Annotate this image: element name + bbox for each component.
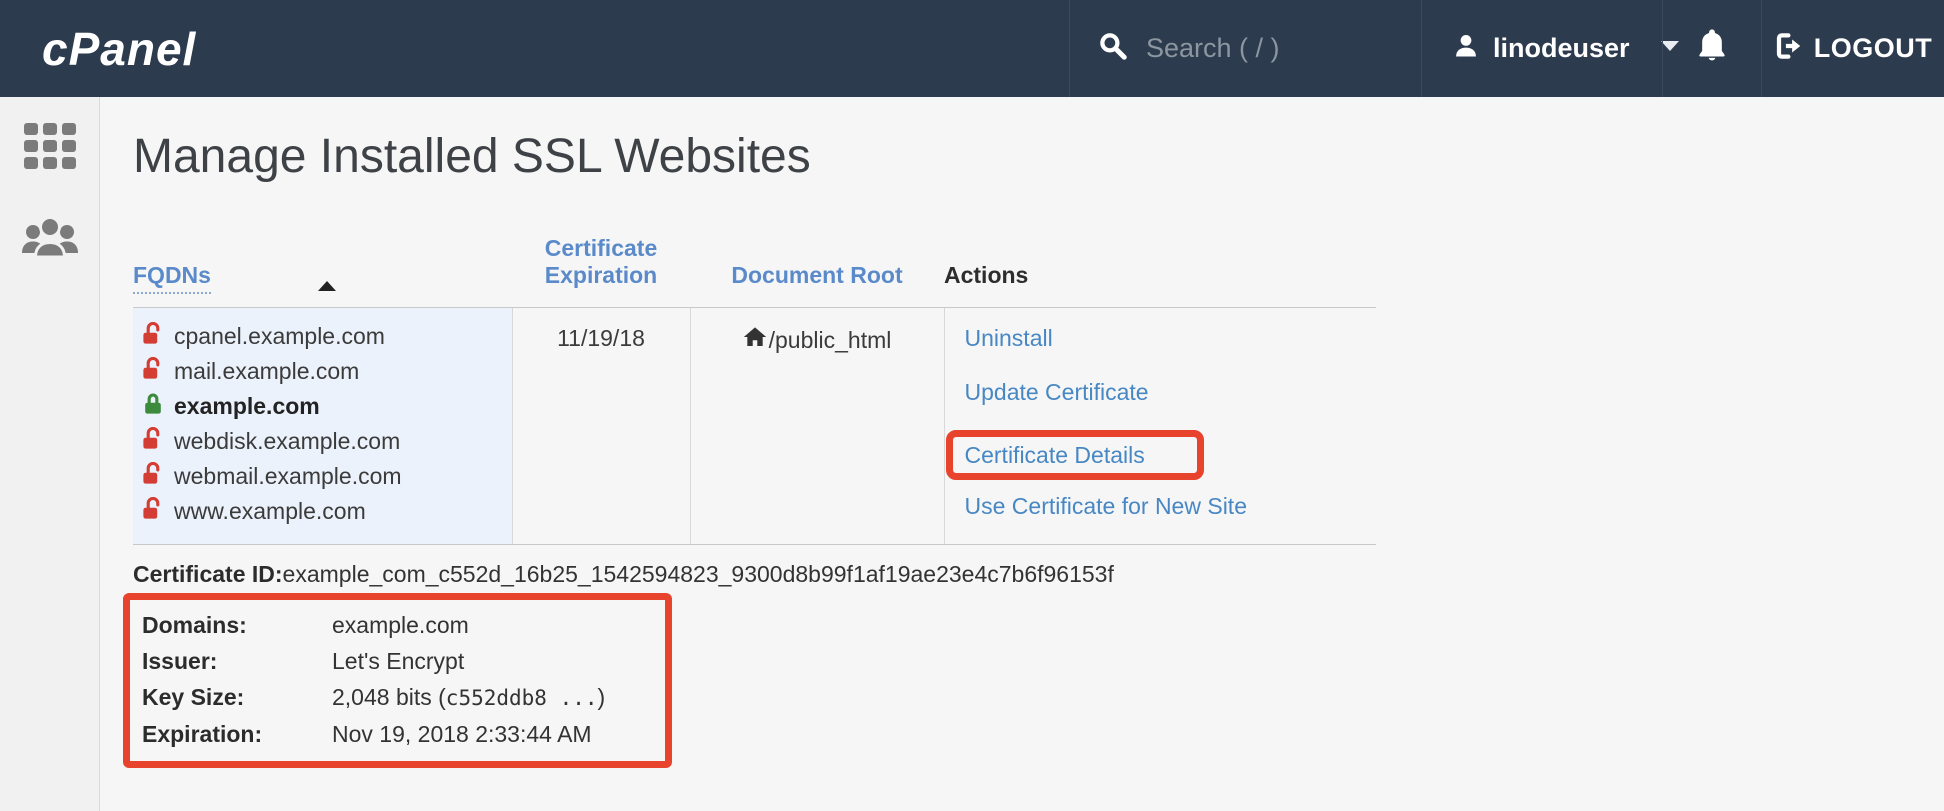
table-row: cpanel.example.com mail.example.com	[133, 308, 1376, 545]
key-size-label: Key Size:	[142, 679, 332, 716]
column-header-document-root[interactable]: Document Root	[690, 235, 944, 308]
red-open-lock-icon	[141, 427, 165, 457]
cpanel-logo[interactable]: cPanel	[0, 0, 196, 97]
logout-label: LOGOUT	[1814, 33, 1933, 64]
fqdns-header-link[interactable]: FQDNs	[133, 262, 211, 294]
key-size-value: 2,048 bits (c552ddb8 ...)	[332, 679, 605, 716]
fqdn-list-item: www.example.com	[141, 494, 512, 529]
top-navbar: cPanel linodeuser	[0, 0, 1944, 97]
search-bar[interactable]	[1069, 0, 1421, 97]
fqdn-domain: example.com	[174, 393, 320, 420]
red-open-lock-icon	[141, 462, 165, 492]
fqdn-domain: webmail.example.com	[174, 463, 402, 490]
installed-ssl-table: FQDNs Certificate Expiration Document Ro…	[133, 235, 1376, 545]
fqdn-domain: webdisk.example.com	[174, 428, 400, 455]
page-title: Manage Installed SSL Websites	[133, 123, 1944, 191]
certificate-expiration-cell: 11/19/18	[512, 308, 690, 545]
column-header-actions: Actions	[944, 235, 1376, 308]
fqdns-cell: cpanel.example.com mail.example.com	[133, 308, 512, 545]
logout-icon	[1774, 31, 1804, 66]
certificate-details-annotation-box-2: Domains: example.com Issuer: Let's Encry…	[123, 593, 672, 768]
user-groups-icon[interactable]	[21, 215, 79, 259]
key-size-row: Key Size: 2,048 bits (c552ddb8 ...)	[142, 679, 605, 716]
logout-button[interactable]: LOGOUT	[1761, 0, 1944, 97]
certificate-details-annotation-box: Certificate Details	[946, 430, 1204, 480]
search-icon	[1098, 31, 1128, 66]
certificate-id-line: Certificate ID:example_com_c552d_16b25_1…	[133, 561, 1944, 588]
red-open-lock-icon	[141, 322, 165, 352]
fqdn-list-item: mail.example.com	[141, 354, 512, 389]
fqdn-list-item-primary: example.com	[141, 389, 512, 424]
domains-row: Domains: example.com	[142, 607, 605, 643]
user-menu[interactable]: linodeuser	[1421, 0, 1662, 97]
notifications-button[interactable]	[1662, 0, 1761, 97]
document-root-path: /public_html	[769, 327, 892, 354]
green-closed-lock-icon	[141, 392, 165, 422]
search-input[interactable]	[1146, 33, 1396, 64]
fqdn-domain: mail.example.com	[174, 358, 359, 385]
fqdn-domain: www.example.com	[174, 498, 366, 525]
red-open-lock-icon	[141, 497, 165, 527]
certificate-details-link[interactable]: Certificate Details	[965, 439, 1145, 471]
expiration-value: Nov 19, 2018 2:33:44 AM	[332, 716, 592, 752]
domains-label: Domains:	[142, 607, 332, 643]
actions-cell: Uninstall Update Certificate Certificate…	[944, 308, 1376, 545]
certificate-id-label: Certificate ID:	[133, 561, 283, 587]
apps-grid-icon[interactable]	[24, 123, 76, 169]
fqdn-list-item: cpanel.example.com	[141, 319, 512, 354]
uninstall-link[interactable]: Uninstall	[965, 322, 1053, 354]
fqdn-list-item: webdisk.example.com	[141, 424, 512, 459]
expiration-label: Expiration:	[142, 716, 332, 752]
navbar-right-cluster: linodeuser LOGOUT	[1069, 0, 1944, 97]
fqdn-list-item: webmail.example.com	[141, 459, 512, 494]
document-root-cell: /public_html	[690, 308, 944, 545]
issuer-value: Let's Encrypt	[332, 643, 464, 679]
column-header-fqdns: FQDNs	[133, 235, 512, 308]
sort-ascending-icon[interactable]	[318, 281, 336, 291]
column-header-certificate-expiration[interactable]: Certificate Expiration	[512, 235, 690, 308]
user-icon	[1452, 32, 1480, 65]
issuer-label: Issuer:	[142, 643, 332, 679]
fqdn-domain: cpanel.example.com	[174, 323, 385, 350]
username-label: linodeuser	[1493, 33, 1630, 64]
update-certificate-link[interactable]: Update Certificate	[965, 376, 1149, 408]
red-open-lock-icon	[141, 357, 165, 387]
table-header-row: FQDNs Certificate Expiration Document Ro…	[133, 235, 1376, 308]
left-sidebar	[0, 97, 100, 811]
home-icon	[743, 325, 767, 355]
expiration-row: Expiration: Nov 19, 2018 2:33:44 AM	[142, 716, 605, 752]
bell-icon	[1695, 28, 1729, 69]
use-certificate-for-new-site-link[interactable]: Use Certificate for New Site	[965, 490, 1247, 522]
issuer-row: Issuer: Let's Encrypt	[142, 643, 605, 679]
domains-value: example.com	[332, 607, 469, 643]
certificate-id-value: example_com_c552d_16b25_1542594823_9300d…	[283, 561, 1114, 587]
main-content: Manage Installed SSL Websites FQDNs Cert…	[100, 97, 1944, 811]
key-fingerprint: c552ddb8 ...	[446, 686, 598, 710]
expiration-date: 11/19/18	[557, 325, 645, 351]
